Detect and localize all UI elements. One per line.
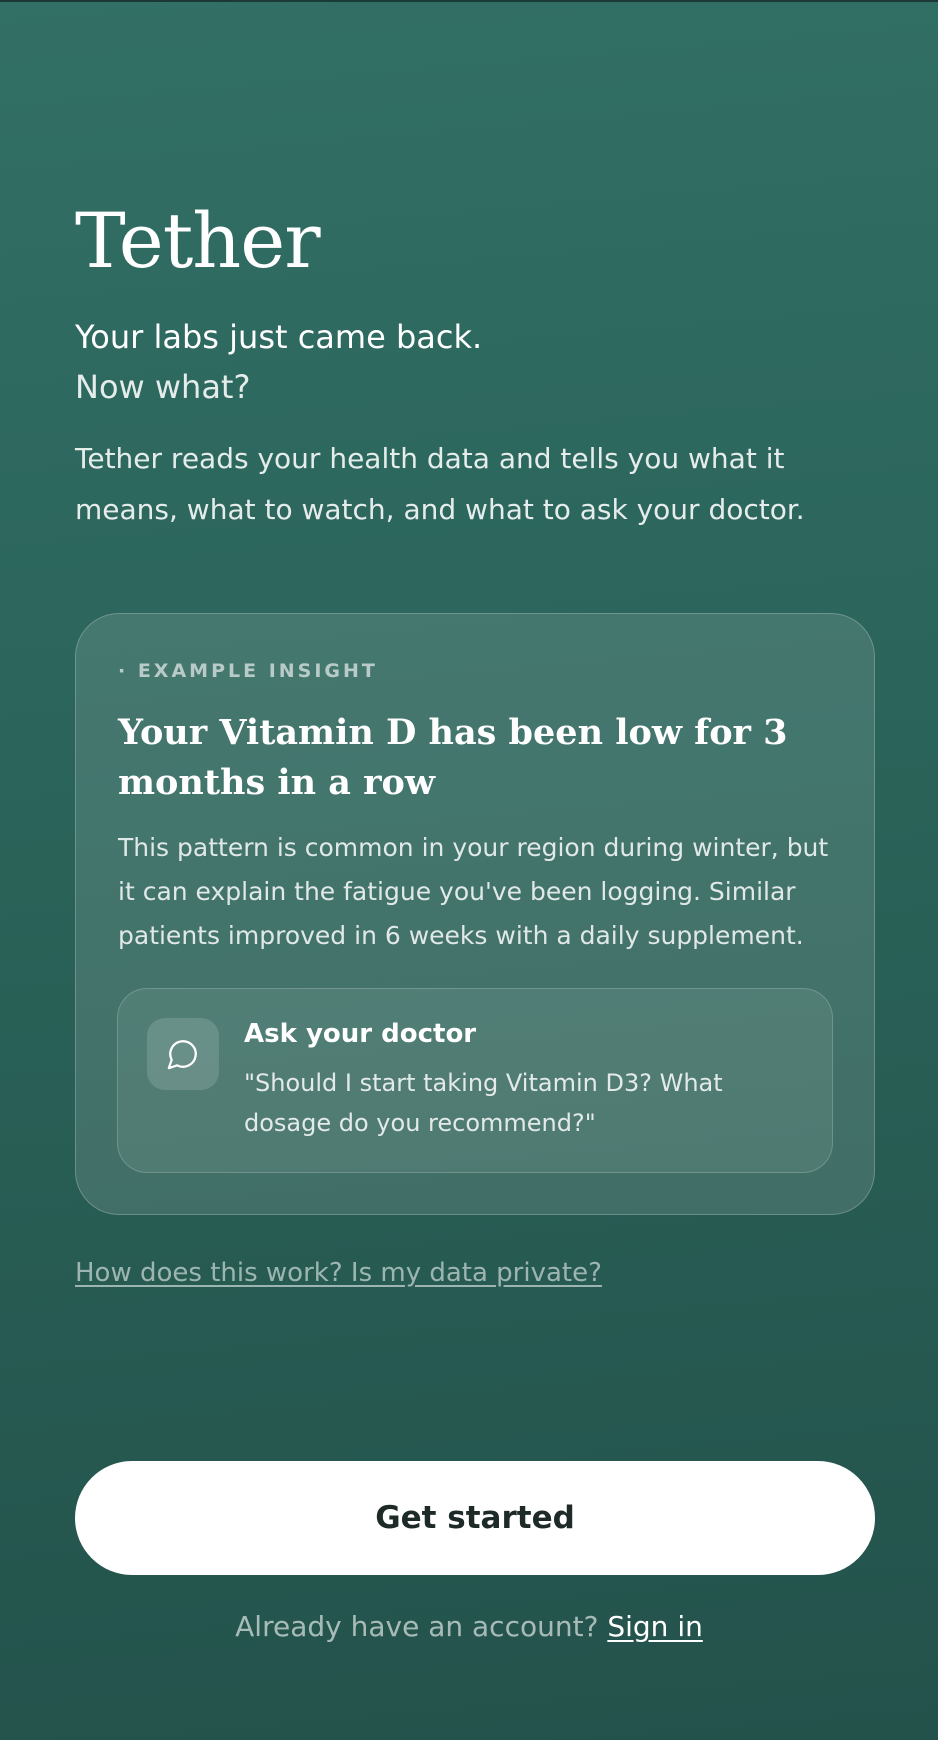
insight-title: Your Vitamin D has been low for 3 months… (118, 712, 788, 803)
headline-line-1: Your labs just came back. (75, 318, 483, 356)
signin-row: Already have an account? Sign in (0, 1610, 938, 1643)
privacy-info-link[interactable]: How does this work? Is my data private? (75, 1258, 602, 1288)
insight-eyebrow: · EXAMPLE INSIGHT (118, 660, 378, 682)
app-logo: Tether (75, 196, 321, 285)
hero-headline: Your labs just came back. Now what? (75, 312, 482, 412)
top-divider (0, 0, 938, 2)
get-started-button[interactable]: Get started (75, 1461, 875, 1575)
insight-body: This pattern is common in your region du… (118, 833, 829, 950)
signin-prompt: Already have an account? (235, 1610, 599, 1643)
sign-in-link[interactable]: Sign in (607, 1610, 703, 1643)
ask-doctor-title: Ask your doctor (244, 1019, 477, 1049)
hero-tagline: Tether reads your health data and tells … (75, 442, 805, 526)
headline-line-2: Now what? (75, 368, 251, 406)
ask-doctor-box: Ask your doctor "Should I start taking V… (117, 988, 833, 1173)
ask-doctor-quote: "Should I start taking Vitamin D3? What … (244, 1069, 723, 1137)
chat-bubble-icon (147, 1018, 219, 1090)
example-insight-card: · EXAMPLE INSIGHT Your Vitamin D has bee… (75, 613, 875, 1215)
